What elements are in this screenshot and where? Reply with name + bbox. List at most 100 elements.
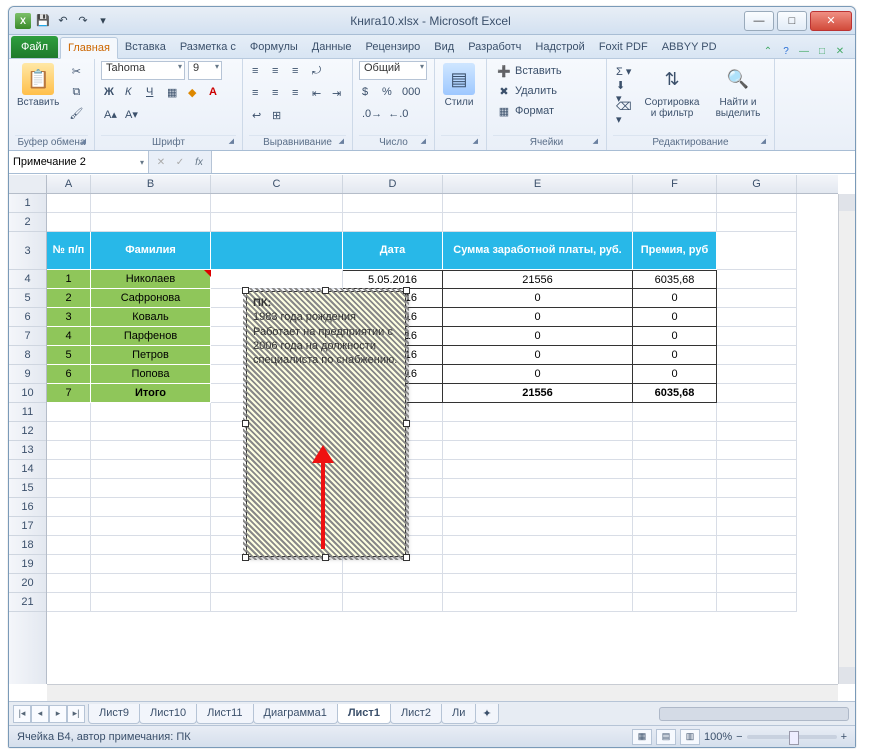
table-cell[interactable]: Парфенов <box>91 327 211 346</box>
cells-area[interactable]: № п/п Фамилия Дата Сумма заработной плат… <box>47 194 838 684</box>
doc-close-icon[interactable]: ✕ <box>833 44 847 58</box>
doc-restore-icon[interactable]: □ <box>815 44 829 58</box>
sheet-tab[interactable]: Диаграмма1 <box>253 704 338 724</box>
row-header[interactable]: 13 <box>9 441 46 460</box>
table-header[interactable]: № п/п <box>47 232 91 270</box>
tab-developer[interactable]: Разработч <box>461 36 528 58</box>
align-center-button[interactable]: ≡ <box>269 83 289 103</box>
table-header[interactable] <box>211 232 343 270</box>
autosum-button[interactable]: Σ ▾ <box>613 61 636 81</box>
indent-dec-button[interactable]: ⇤ <box>309 83 329 103</box>
table-cell[interactable]: 2 <box>47 289 91 308</box>
sort-filter-button[interactable]: ⇅ Сортировка и фильтр <box>640 61 704 121</box>
resize-handle[interactable] <box>242 554 249 561</box>
underline-button[interactable]: Ч <box>143 82 163 102</box>
table-cell[interactable]: 5.05.2016 <box>343 270 443 289</box>
row-headers[interactable]: 123456789101112131415161718192021 <box>9 194 47 684</box>
tab-data[interactable]: Данные <box>305 36 359 58</box>
bold-button[interactable]: Ж <box>101 82 121 102</box>
doc-min-icon[interactable]: — <box>797 44 811 58</box>
currency-button[interactable]: $ <box>359 82 379 102</box>
resize-handle[interactable] <box>322 554 329 561</box>
row-header[interactable]: 20 <box>9 574 46 593</box>
table-cell[interactable]: 3 <box>47 308 91 327</box>
copy-button[interactable]: ⧉ <box>65 82 87 102</box>
table-cell[interactable]: 0 <box>633 365 717 384</box>
close-button[interactable]: ✕ <box>810 11 852 31</box>
table-header[interactable]: Сумма заработной платы, руб. <box>443 232 633 270</box>
enter-fx-icon[interactable]: ✓ <box>172 154 188 170</box>
font-color-button[interactable]: А <box>206 82 226 102</box>
table-cell[interactable]: 0 <box>633 308 717 327</box>
row-header[interactable]: 6 <box>9 308 46 327</box>
table-header[interactable]: Премия, руб <box>633 232 717 270</box>
orientation-button[interactable]: ⤾ <box>309 61 329 81</box>
tab-formulas[interactable]: Формулы <box>243 36 305 58</box>
row-header[interactable]: 1 <box>9 194 46 213</box>
zoom-out-button[interactable]: − <box>736 731 742 743</box>
col-header[interactable]: E <box>443 175 633 193</box>
table-cell[interactable]: 7 <box>47 384 91 403</box>
table-cell[interactable]: 0 <box>633 327 717 346</box>
insert-cells-button[interactable]: ➕Вставить <box>493 61 565 81</box>
wrap-text-button[interactable]: ↩ <box>249 105 269 125</box>
row-header[interactable]: 12 <box>9 422 46 441</box>
row-header[interactable]: 8 <box>9 346 46 365</box>
row-header[interactable]: 3 <box>9 232 46 270</box>
row-header[interactable]: 7 <box>9 327 46 346</box>
resize-handle[interactable] <box>403 554 410 561</box>
row-header[interactable]: 10 <box>9 384 46 403</box>
tab-pagelayout[interactable]: Разметка с <box>173 36 243 58</box>
format-painter-button[interactable]: 🖌 <box>65 103 87 123</box>
indent-inc-button[interactable]: ⇥ <box>329 83 349 103</box>
select-all-corner[interactable] <box>9 175 47 194</box>
fill-color-button[interactable]: ◆ <box>185 82 205 102</box>
table-cell[interactable]: Коваль <box>91 308 211 327</box>
fill-button[interactable]: ⬇ ▾ <box>613 82 636 102</box>
row-header[interactable]: 14 <box>9 460 46 479</box>
clear-button[interactable]: ⌫ ▾ <box>613 103 636 123</box>
comment-content[interactable]: ПК: 1983 года рождения Работает на предп… <box>247 292 405 556</box>
sheet-nav-prev-icon[interactable]: ◂ <box>31 705 49 723</box>
merge-button[interactable]: ⊞ <box>269 105 289 125</box>
col-header[interactable]: D <box>343 175 443 193</box>
col-header[interactable]: G <box>717 175 797 193</box>
minimize-ribbon-icon[interactable]: ⌃ <box>761 44 775 58</box>
file-tab[interactable]: Файл <box>11 36 58 58</box>
new-sheet-button[interactable]: ✦ <box>475 704 498 724</box>
resize-handle[interactable] <box>242 287 249 294</box>
align-right-button[interactable]: ≡ <box>289 83 309 103</box>
table-cell[interactable]: Попова <box>91 365 211 384</box>
row-header[interactable]: 19 <box>9 555 46 574</box>
vertical-scrollbar[interactable] <box>838 194 855 684</box>
table-cell[interactable]: 4 <box>47 327 91 346</box>
sheet-tab[interactable]: Лист11 <box>196 704 253 724</box>
paste-button[interactable]: 📋 Вставить <box>15 61 61 110</box>
view-normal-button[interactable]: ▦ <box>632 729 652 745</box>
row-header[interactable]: 4 <box>9 270 46 289</box>
font-size-combo[interactable]: 9 <box>188 61 222 80</box>
table-cell[interactable]: 0 <box>633 346 717 365</box>
table-cell[interactable]: Итого <box>91 384 211 403</box>
table-cell[interactable]: 21556 <box>443 384 633 403</box>
align-top-button[interactable]: ≡ <box>249 61 269 81</box>
minimize-button[interactable]: — <box>744 11 774 31</box>
dec-decimal-button[interactable]: ←.0 <box>385 104 411 124</box>
table-cell[interactable]: 6 <box>47 365 91 384</box>
worksheet-grid[interactable]: A B C D E F G 12345678910111213141516171… <box>9 175 855 701</box>
inc-decimal-button[interactable]: .0→ <box>359 104 385 124</box>
view-pagelayout-button[interactable]: ▤ <box>656 729 676 745</box>
table-cell[interactable]: 6035,68 <box>633 270 717 289</box>
qat-dropdown-icon[interactable]: ▾ <box>95 13 111 29</box>
tab-view[interactable]: Вид <box>427 36 461 58</box>
cell-comment-box[interactable]: ПК: 1983 года рождения Работает на предп… <box>246 291 406 557</box>
sheet-tab[interactable]: Лист9 <box>88 704 140 724</box>
border-button[interactable]: ▦ <box>164 82 184 102</box>
format-cells-button[interactable]: ▦Формат <box>493 101 557 121</box>
table-cell[interactable]: 0 <box>443 289 633 308</box>
zoom-level[interactable]: 100% <box>704 731 732 743</box>
decrease-font-button[interactable]: A▾ <box>122 104 142 124</box>
styles-button[interactable]: ▤ Стили <box>441 61 477 110</box>
undo-icon[interactable]: ↶ <box>55 13 71 29</box>
help-icon[interactable]: ? <box>779 44 793 58</box>
